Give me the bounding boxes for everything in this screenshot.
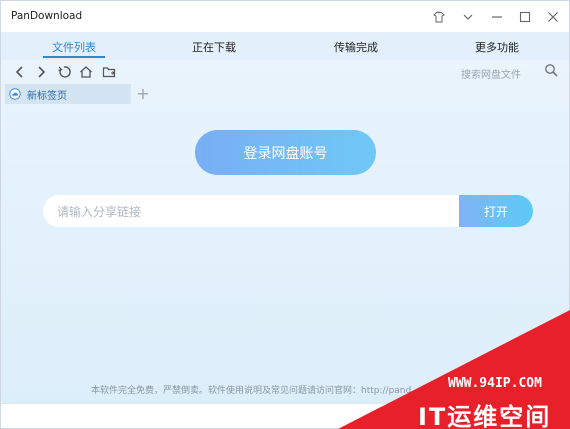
footer-notice: 本软件完全免费，严禁倒卖。软件使用说明及常见问题请访问官网：http://pan…	[91, 386, 412, 396]
refresh-icon[interactable]	[56, 64, 72, 80]
maximize-icon[interactable]	[515, 7, 535, 27]
new-tab-button[interactable]: +	[135, 84, 151, 104]
search-input[interactable]: 搜索网盘文件	[461, 66, 521, 81]
cloud-icon	[9, 88, 21, 100]
browser-tab-label: 新标签页	[27, 90, 67, 102]
app-title: PanDownload	[11, 10, 83, 22]
status-bar	[1, 403, 569, 428]
browser-tab[interactable]: 新标签页	[5, 84, 131, 104]
active-tab-indicator	[43, 56, 105, 58]
home-icon[interactable]	[78, 64, 94, 80]
tab-file-list[interactable]: 文件列表	[29, 39, 119, 55]
toolbar: 搜索网盘文件	[1, 60, 569, 84]
tab-more-features[interactable]: 更多功能	[452, 39, 542, 55]
tab-downloading[interactable]: 正在下载	[169, 39, 259, 55]
app-window: PanDownload 文件列表 正在下载 传输完成 更多功能 搜索网盘文件 新…	[0, 0, 570, 429]
close-icon[interactable]	[543, 7, 563, 27]
folder-icon[interactable]	[101, 64, 117, 80]
title-bar: PanDownload	[1, 1, 569, 32]
skin-icon[interactable]	[429, 7, 449, 27]
search-icon[interactable]	[544, 63, 560, 79]
open-button[interactable]: 打开	[459, 195, 533, 227]
login-button[interactable]: 登录网盘账号	[195, 130, 376, 175]
minimize-icon[interactable]	[487, 7, 507, 27]
tab-completed[interactable]: 传输完成	[311, 39, 401, 55]
share-link-input[interactable]: 请输入分享链接	[43, 195, 463, 227]
chevron-down-icon[interactable]	[458, 7, 478, 27]
forward-icon[interactable]	[33, 64, 49, 80]
back-icon[interactable]	[12, 64, 28, 80]
